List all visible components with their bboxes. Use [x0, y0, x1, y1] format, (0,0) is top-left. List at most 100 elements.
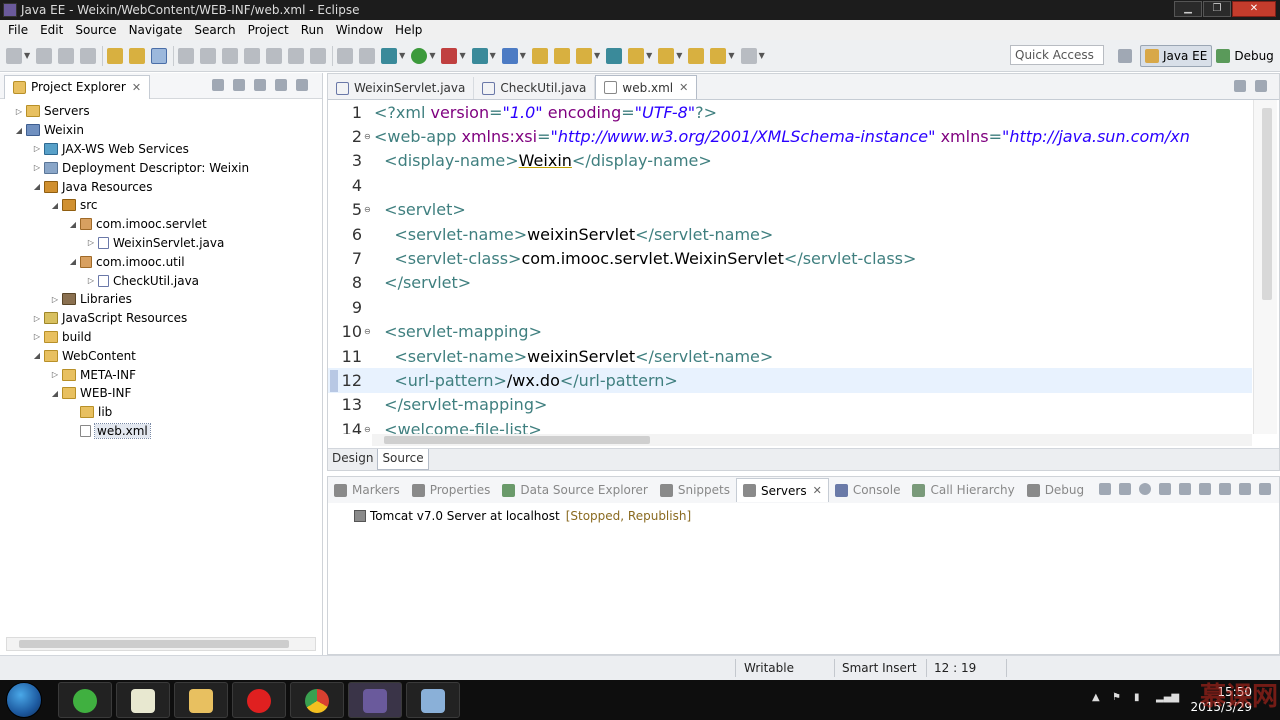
fold-toggle-icon[interactable]: ⊖: [364, 327, 372, 336]
code-line[interactable]: 4: [328, 173, 1252, 197]
fold-toggle-icon[interactable]: ⊖: [364, 132, 372, 141]
collapsed-arrow-icon[interactable]: ▷: [84, 238, 98, 247]
maximize-button[interactable]: ❐: [1203, 1, 1231, 17]
close-button[interactable]: ✕: [1232, 1, 1276, 17]
expanded-arrow-icon[interactable]: ◢: [48, 389, 62, 398]
maximize-view-icon[interactable]: [296, 79, 308, 91]
minimize-view-icon[interactable]: [1239, 483, 1251, 495]
disconnect-icon[interactable]: [244, 47, 261, 64]
pencil-icon[interactable]: [575, 47, 592, 64]
menu-search[interactable]: Search: [188, 23, 241, 37]
editor-vertical-scrollbar[interactable]: [1253, 100, 1277, 434]
tree-item-libraries[interactable]: ▷ Libraries: [0, 290, 322, 309]
bottom-tab-console[interactable]: Console: [829, 478, 907, 502]
network-icon[interactable]: ▮: [1134, 692, 1140, 703]
fold-toggle-icon[interactable]: ⊖: [364, 205, 372, 214]
menu-run[interactable]: Run: [295, 23, 330, 37]
expanded-arrow-icon[interactable]: ◢: [66, 257, 80, 266]
tree-item-build[interactable]: ▷ build: [0, 328, 322, 347]
collapsed-arrow-icon[interactable]: ▷: [30, 314, 44, 323]
perspective-java-ee[interactable]: Java EE: [1140, 45, 1213, 67]
save-all-icon[interactable]: [58, 47, 75, 64]
code-line[interactable]: 11 <servlet-name>weixinServlet</servlet-…: [328, 344, 1252, 368]
maximize-view-icon[interactable]: [1259, 483, 1271, 495]
tree-item-weixin[interactable]: ◢ Weixin: [0, 121, 322, 140]
bottom-tab-debug[interactable]: Debug: [1021, 478, 1090, 502]
collapsed-arrow-icon[interactable]: ▷: [30, 144, 44, 153]
bottom-tab-properties[interactable]: Properties: [406, 478, 497, 502]
open-task-icon[interactable]: [129, 47, 146, 64]
project-explorer-tab[interactable]: Project Explorer ✕: [4, 74, 151, 99]
task-notepad[interactable]: [116, 682, 170, 718]
tree-item-web-xml[interactable]: web.xml: [0, 422, 322, 441]
bottom-tab-snippets[interactable]: Snippets: [654, 478, 736, 502]
explorer-horizontal-scrollbar[interactable]: [6, 637, 316, 651]
code-line[interactable]: 12 <url-pattern>/wx.do</url-pattern>: [328, 368, 1252, 393]
tree-item-jax-ws-web-services[interactable]: ▷ JAX-WS Web Services: [0, 140, 322, 159]
maximize-editor-icon[interactable]: [1255, 80, 1267, 92]
terminate-icon[interactable]: [222, 47, 239, 64]
task-eclipse[interactable]: [348, 682, 402, 718]
bottom-tab-markers[interactable]: Markers: [328, 478, 406, 502]
expanded-arrow-icon[interactable]: ◢: [30, 182, 44, 191]
mode-tab-source[interactable]: Source: [377, 449, 429, 470]
tree-item-javascript-resources[interactable]: ▷ JavaScript Resources: [0, 309, 322, 328]
new-icon[interactable]: [6, 47, 22, 64]
forward-icon[interactable]: [740, 47, 757, 64]
search-icon[interactable]: [553, 47, 570, 64]
external-tools-icon[interactable]: [441, 47, 458, 64]
step-over-icon[interactable]: [288, 47, 305, 64]
step-return-icon[interactable]: [310, 47, 327, 64]
tree-item-com-imooc-util[interactable]: ◢ com.imooc.util: [0, 252, 322, 271]
bottom-tab-call-hierarchy[interactable]: Call Hierarchy: [906, 478, 1020, 502]
menu-navigate[interactable]: Navigate: [123, 23, 189, 37]
tree-item-src[interactable]: ◢ src: [0, 196, 322, 215]
task-app[interactable]: [406, 682, 460, 718]
close-icon[interactable]: ✕: [813, 484, 822, 497]
editor-tab-web-xml[interactable]: web.xml ✕: [595, 75, 698, 99]
stop-server-icon[interactable]: [1179, 483, 1191, 495]
open-perspective-button[interactable]: [1114, 45, 1140, 67]
code-line[interactable]: 8 </servlet>: [328, 271, 1252, 295]
debug-icon[interactable]: [381, 47, 398, 64]
back-history-icon[interactable]: [710, 47, 727, 64]
resume-icon[interactable]: [178, 47, 195, 64]
menu-help[interactable]: Help: [389, 23, 428, 37]
menu-source[interactable]: Source: [69, 23, 122, 37]
profile-server-icon[interactable]: [1159, 483, 1171, 495]
minimize-button[interactable]: ▁: [1174, 1, 1202, 17]
collapsed-arrow-icon[interactable]: ▷: [12, 107, 26, 116]
collapse-icon[interactable]: [1099, 483, 1111, 495]
next-annotation-icon[interactable]: [658, 47, 675, 64]
collapsed-arrow-icon[interactable]: ▷: [84, 276, 98, 285]
menu-file[interactable]: File: [2, 23, 34, 37]
code-line[interactable]: 7 <servlet-class>com.imooc.servlet.Weixi…: [328, 246, 1252, 270]
tray-expand-icon[interactable]: ▲: [1092, 692, 1100, 703]
close-icon[interactable]: ✕: [679, 81, 688, 94]
mode-tab-design[interactable]: Design: [328, 449, 377, 470]
print-icon[interactable]: [80, 47, 97, 64]
tree-item-lib[interactable]: lib: [0, 403, 322, 422]
tree-item-web-inf[interactable]: ◢ WEB-INF: [0, 384, 322, 403]
collapsed-arrow-icon[interactable]: ▷: [30, 163, 44, 172]
tree-item-webcontent[interactable]: ◢ WebContent: [0, 346, 322, 365]
link-with-editor-icon[interactable]: [233, 79, 245, 91]
code-line[interactable]: 1 <?xml version="1.0" encoding="UTF-8"?>: [328, 100, 1252, 124]
server-icon[interactable]: [359, 47, 376, 64]
tree-item-meta-inf[interactable]: ▷ META-INF: [0, 365, 322, 384]
expanded-arrow-icon[interactable]: ◢: [12, 126, 26, 135]
view-menu-icon[interactable]: [254, 79, 266, 91]
debug-server-icon[interactable]: [1119, 483, 1131, 495]
view-menu-icon[interactable]: [1219, 483, 1231, 495]
menu-window[interactable]: Window: [330, 23, 389, 37]
toggle-mark-icon[interactable]: [107, 47, 124, 64]
close-icon[interactable]: ✕: [132, 81, 141, 94]
new-java-project-icon[interactable]: [471, 47, 488, 64]
start-server-icon[interactable]: [1139, 483, 1151, 495]
server-row[interactable]: Tomcat v7.0 Server at localhost [Stopped,…: [354, 507, 1279, 525]
code-editor[interactable]: 1 <?xml version="1.0" encoding="UTF-8"?> 2…: [328, 100, 1252, 434]
editor-tab-weixinservlet-java[interactable]: WeixinServlet.java: [328, 77, 475, 99]
bottom-tab-data-source-explorer[interactable]: Data Source Explorer: [496, 478, 653, 502]
task-explorer[interactable]: [174, 682, 228, 718]
code-line[interactable]: 13 </servlet-mapping>: [328, 393, 1252, 417]
